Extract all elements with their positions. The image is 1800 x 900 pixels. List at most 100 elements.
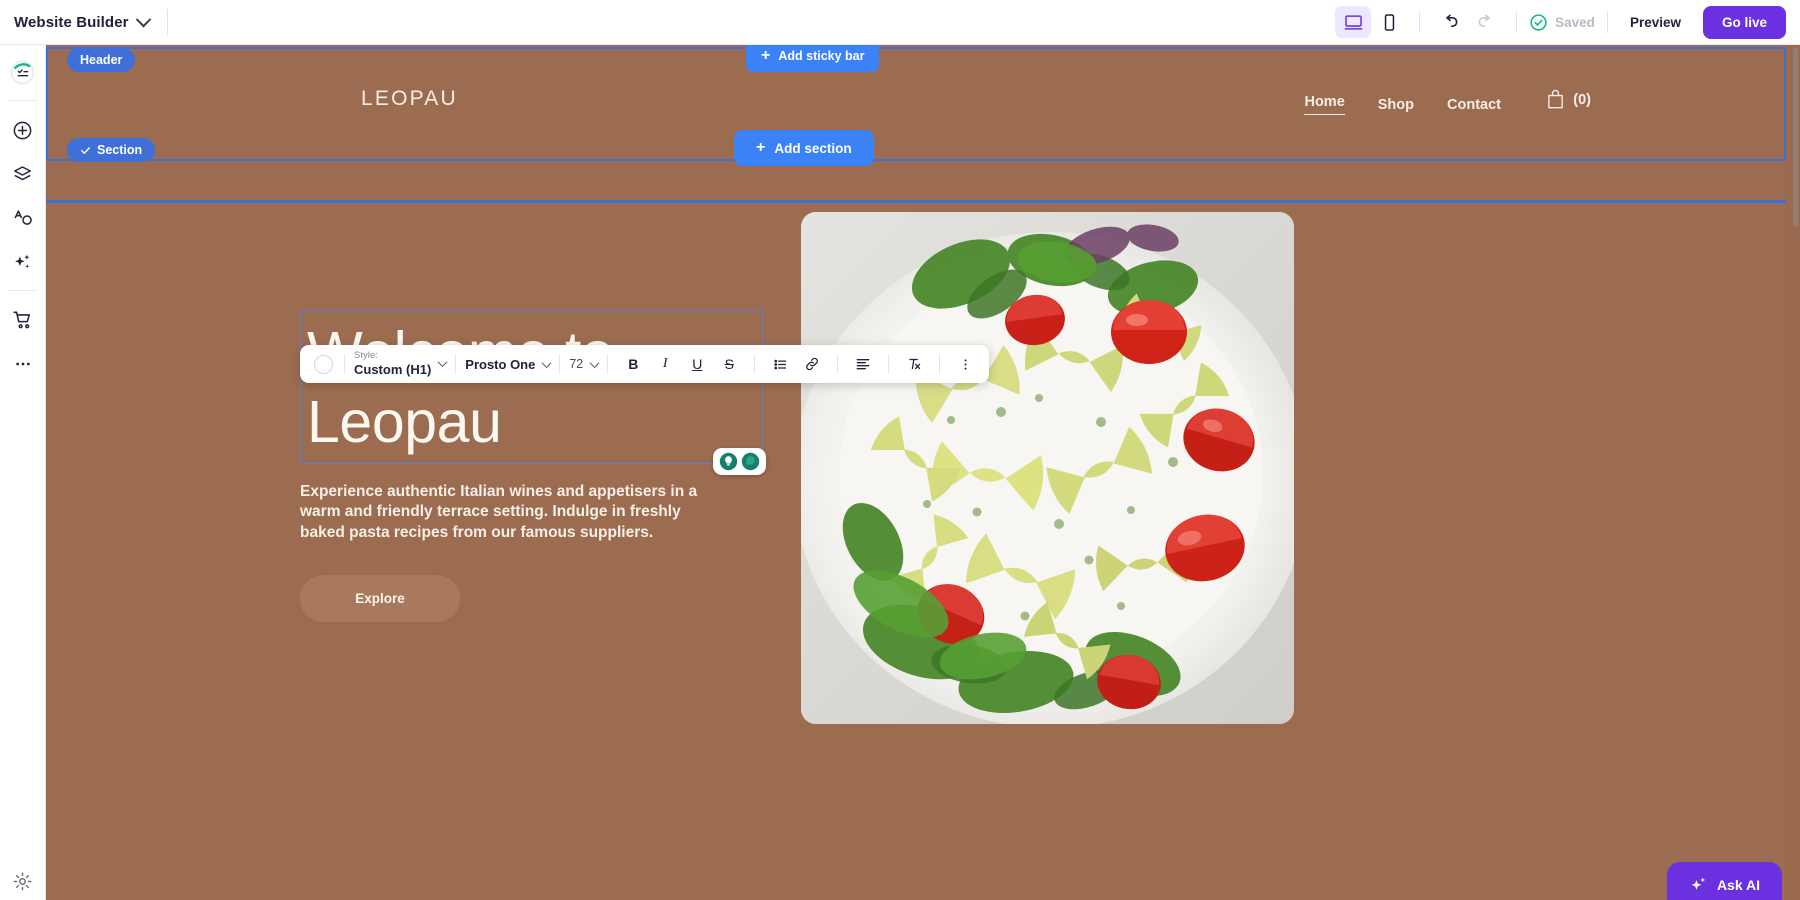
comment-icon [741,452,760,471]
sidebar-item-more-options[interactable] [6,347,40,381]
undo-button[interactable] [1432,6,1468,38]
font-family-dropdown[interactable]: Prosto One [465,356,552,372]
palette-icon [14,209,32,225]
redo-icon [1478,14,1491,27]
heading-selection-box[interactable]: Welcome to Leopau [300,310,766,476]
bullet-list-button[interactable] [767,351,793,377]
mobile-icon [1384,13,1394,31]
underline-button[interactable]: U [684,351,710,377]
chevron-down-icon[interactable] [437,357,448,368]
sidebar-item-add-element[interactable] [6,113,40,147]
chevron-down-icon[interactable] [135,11,151,27]
add-sticky-bar-label: Add sticky bar [778,49,865,63]
app-title-menu[interactable]: Website Builder [0,11,151,31]
sidebar-item-setup-checklist[interactable] [6,55,40,89]
preview-button[interactable]: Preview [1620,9,1691,36]
gear-icon [13,872,32,890]
explore-button[interactable]: Explore [300,575,460,623]
ask-ai-button[interactable]: Ask AI [1666,862,1782,900]
site-header-section[interactable]: LEOPAU Home Shop Contact (0) [46,47,1786,161]
divider [1419,11,1421,33]
more-options-button[interactable] [952,351,978,377]
site-nav: Home Shop Contact [1304,94,1501,115]
saved-label: Saved [1555,14,1595,30]
toolbar-divider [166,9,168,35]
desktop-view-button[interactable] [1335,6,1372,38]
section-chip-label: Section [97,143,143,157]
section-chip[interactable]: Section [67,138,156,162]
clear-format-button[interactable] [901,351,927,377]
check-circle-icon [1530,13,1547,31]
sidebar-item-settings[interactable] [6,864,40,898]
divider [837,354,839,374]
add-section-label: Add section [774,140,852,156]
nav-link-home[interactable]: Home [1304,94,1345,115]
divider [939,354,941,374]
sparkle-icon [15,254,30,268]
divider [559,354,561,374]
desktop-icon [1344,14,1362,30]
nav-link-contact[interactable]: Contact [1447,97,1501,113]
cart-icon [12,311,30,329]
shopping-bag-icon [1548,89,1564,109]
top-bar-actions: Saved Preview Go live [1335,5,1800,39]
header-section-chip[interactable]: Header [67,48,136,72]
cart-widget[interactable]: (0) [1546,89,1591,110]
link-button[interactable] [799,351,825,377]
sidebar-item-layers[interactable] [6,157,40,191]
chevron-down-icon[interactable] [541,357,552,368]
align-left-icon [856,359,870,370]
font-family-value: Prosto One [465,356,536,372]
sidebar-item-ecommerce[interactable] [6,303,40,337]
add-section-button[interactable]: + Add section [734,130,874,166]
text-style-dropdown[interactable]: Style: Custom (H1) [354,350,448,377]
italic-button[interactable]: I [652,351,678,377]
section-boundary-line [46,200,1786,203]
add-element-icon [13,121,32,139]
more-vertical-icon [964,358,967,370]
undo-icon [1445,14,1458,27]
app-top-bar: Website Builder Saved Preview Go live [0,0,1800,45]
sidebar-item-ai-assistant[interactable] [6,245,40,279]
bold-button[interactable]: B [620,351,646,377]
style-label: Style: [354,350,378,362]
rail-divider [7,290,38,291]
strikethrough-button[interactable]: S [716,351,742,377]
hero-heading[interactable]: Welcome to Leopau [307,319,758,457]
divider [888,354,890,374]
divider [754,354,756,374]
plus-icon: + [756,139,766,156]
add-sticky-bar-button[interactable]: + Add sticky bar [746,45,880,72]
text-format-toolbar[interactable]: Style: Custom (H1) Prosto One 72 B I U S [300,345,990,383]
mobile-view-button[interactable] [1371,6,1407,38]
font-size-dropdown[interactable]: 72 [569,357,600,371]
farfalle-pasta-pesto-plate-image [801,212,1294,724]
check-icon [81,146,90,154]
canvas-scrollbar[interactable] [1793,47,1798,227]
redo-button[interactable] [1468,6,1504,38]
text-color-swatch[interactable] [314,354,333,374]
grammar-assistant-badge[interactable] [713,448,766,476]
chevron-down-icon[interactable] [589,357,600,368]
divider [344,354,345,374]
left-sidebar-rail [0,45,46,900]
site-logo[interactable]: LEOPAU [361,87,458,111]
site-canvas[interactable]: LEOPAU Home Shop Contact (0) Leopau Expe… [46,45,1800,900]
hero-image[interactable] [801,212,1294,724]
setup-checklist-icon [10,60,35,84]
font-size-value: 72 [569,357,584,371]
align-button[interactable] [850,351,876,377]
hero-paragraph[interactable]: Experience authentic Italian wines and a… [300,482,710,543]
nav-link-shop[interactable]: Shop [1378,97,1414,113]
divider [455,354,457,374]
divider [1516,11,1518,33]
ellipsis-icon [15,362,30,366]
sidebar-item-theme-design[interactable] [6,201,40,235]
style-value: Custom (H1) [354,361,432,377]
go-live-button[interactable]: Go live [1702,5,1786,39]
bullet-list-icon [774,359,786,369]
cart-count: (0) [1573,91,1591,108]
lightbulb-icon [719,452,738,471]
layers-icon [14,165,31,180]
save-status: Saved [1529,13,1595,32]
